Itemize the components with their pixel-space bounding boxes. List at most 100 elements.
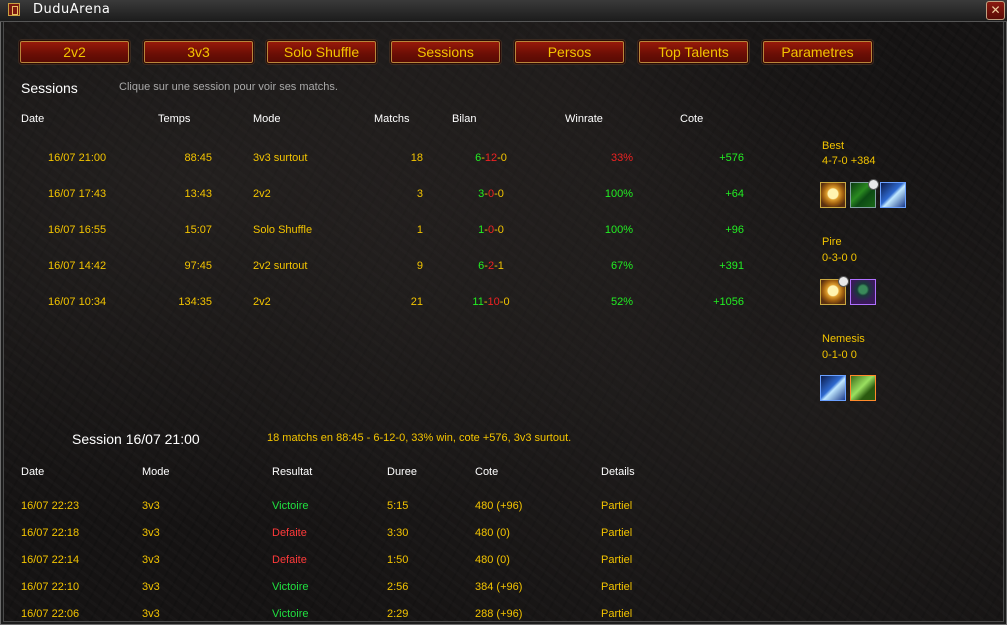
session-time: 88:45 [184,152,212,164]
healer-portrait-icon[interactable] [820,182,846,208]
best-label: Best [822,140,845,152]
match-rating: 384 (+96) [475,581,523,593]
demon-portrait-icon[interactable] [850,279,876,305]
session-match-count: 18 [410,152,423,164]
tab-solo-shuffle[interactable]: Solo Shuffle [266,40,377,64]
detail-header-rating: Cote [475,466,499,478]
match-result: Victoire [272,500,309,512]
col-header-record: Bilan [452,113,477,125]
match-duration: 1:50 [387,554,409,566]
best-stats: 4-7-0 +384 [822,155,876,167]
match-details-link[interactable]: Partiel [601,581,632,593]
session-match-count: 9 [416,260,423,272]
session-rating-change: +391 [719,260,744,272]
window-title: DuduArena [33,2,111,17]
match-date: 16/07 22:10 [21,581,80,593]
session-winrate: 33% [610,152,633,164]
session-mode: 2v2 [253,296,271,308]
col-header-time: Temps [158,113,191,125]
session-record: 6-2-1 [478,260,504,272]
match-date: 16/07 22:06 [21,608,80,620]
session-date: 16/07 14:42 [48,260,107,272]
match-rating: 480 (0) [475,527,510,539]
col-header-winrate: Winrate [565,113,603,125]
frost-bolt-icon[interactable] [880,182,906,208]
tab-top-talents[interactable]: Top Talents [638,40,749,64]
match-details-link[interactable]: Partiel [601,554,632,566]
match-duration: 2:29 [387,608,409,620]
session-date: 16/07 17:43 [48,188,107,200]
col-header-date: Date [21,113,45,125]
session-winrate: 67% [610,260,633,272]
session-time: 15:07 [184,224,212,236]
match-duration: 3:30 [387,527,409,539]
match-result: Defaite [272,527,307,539]
match-details-link[interactable]: Partiel [601,608,632,620]
session-time: 13:43 [184,188,212,200]
tab-persos[interactable]: Persos [514,40,625,64]
session-detail-title: Session 16/07 21:00 [72,431,200,447]
leaf-spell-icon[interactable] [850,375,876,401]
match-rating: 480 (0) [475,554,510,566]
detail-header-mode: Mode [142,466,170,478]
skull-icon [868,179,879,190]
match-duration: 5:15 [387,500,409,512]
session-detail-summary: 18 matchs en 88:45 - 6-12-0, 33% win, co… [267,432,572,444]
tab-3v3[interactable]: 3v3 [143,40,254,64]
session-winrate: 100% [604,188,633,200]
match-mode: 3v3 [142,554,160,566]
session-match-count: 3 [416,188,423,200]
match-rating: 288 (+96) [475,608,523,620]
tab-sessions[interactable]: Sessions [390,40,501,64]
session-mode: Solo Shuffle [253,224,313,236]
match-rating: 480 (+96) [475,500,523,512]
detail-header-result: Resultat [272,466,313,478]
app-icon [8,3,20,16]
session-record: 3-0-0 [478,188,504,200]
skull-icon [838,276,849,287]
sessions-title: Sessions [21,80,78,96]
nemesis-stats: 0-1-0 0 [822,349,857,361]
match-details-link[interactable]: Partiel [601,500,632,512]
tab-2v2[interactable]: 2v2 [19,40,130,64]
tab-parametres[interactable]: Parametres [762,40,873,64]
session-date: 16/07 21:00 [48,152,107,164]
session-record: 11-10-0 [472,296,510,308]
detail-header-date: Date [21,466,45,478]
frost-bolt-icon[interactable] [820,375,846,401]
match-result: Victoire [272,581,309,593]
session-time: 97:45 [184,260,212,272]
session-record: 1-0-0 [478,224,504,236]
match-mode: 3v3 [142,527,160,539]
close-button[interactable]: ✕ [986,1,1005,20]
detail-header-duration: Duree [387,466,417,478]
match-details-link[interactable]: Partiel [601,527,632,539]
session-mode: 2v2 [253,188,271,200]
session-time: 134:35 [178,296,212,308]
nemesis-label: Nemesis [822,333,865,345]
col-header-rating: Cote [680,113,704,125]
match-result: Defaite [272,554,307,566]
worst-label: Pire [822,236,842,248]
match-mode: 3v3 [142,500,160,512]
session-date: 16/07 16:55 [48,224,107,236]
match-mode: 3v3 [142,608,160,620]
match-date: 16/07 22:18 [21,527,80,539]
worst-stats: 0-3-0 0 [822,252,857,264]
match-duration: 2:56 [387,581,409,593]
match-date: 16/07 22:14 [21,554,80,566]
match-result: Victoire [272,608,309,620]
session-rating-change: +1056 [713,296,744,308]
title-bar[interactable]: DuduArena ✕ [0,0,1007,22]
nature-spell-icon[interactable] [850,179,879,208]
session-match-count: 1 [416,224,423,236]
session-match-count: 21 [410,296,423,308]
healer-portrait-icon[interactable] [820,276,849,305]
session-mode: 2v2 surtout [253,260,308,272]
session-winrate: 100% [604,224,633,236]
match-mode: 3v3 [142,581,160,593]
session-rating-change: +96 [725,224,744,236]
col-header-mode: Mode [253,113,281,125]
col-header-matches: Matchs [374,113,410,125]
session-winrate: 52% [610,296,633,308]
